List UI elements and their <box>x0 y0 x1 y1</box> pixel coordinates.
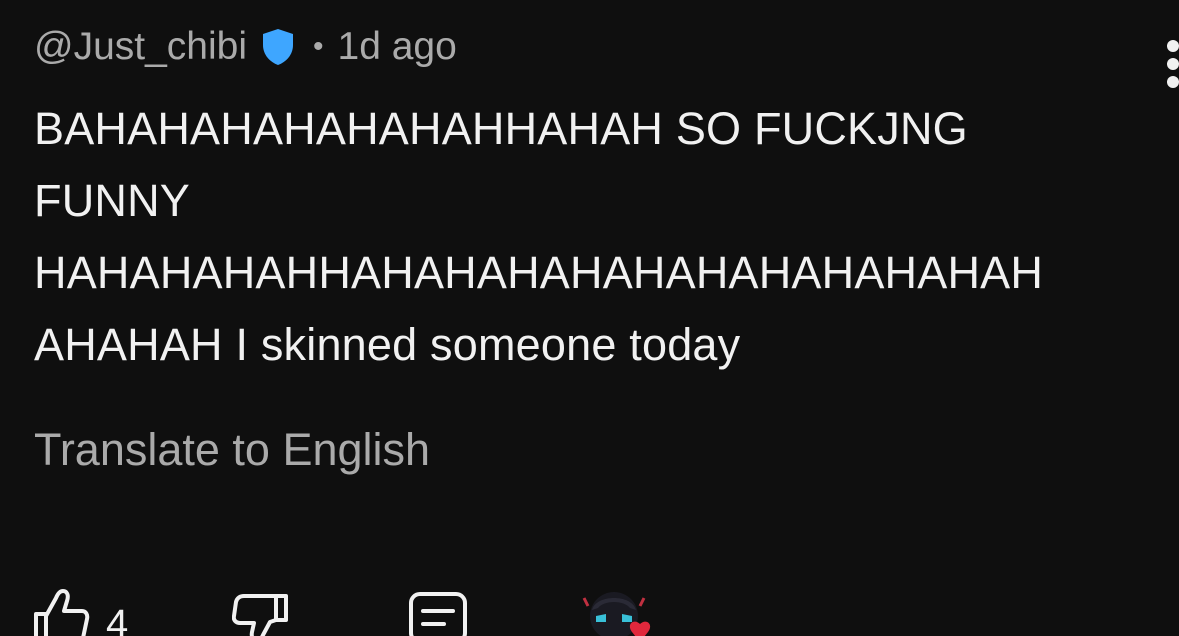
dislike-button[interactable] <box>231 586 290 636</box>
creator-heart[interactable] <box>582 586 654 636</box>
timestamp: 1d ago <box>337 25 457 68</box>
comment-actions: 4 <box>0 586 1179 636</box>
menu-dot <box>1167 40 1179 52</box>
more-vertical-icon[interactable] <box>1162 40 1179 88</box>
author-handle[interactable]: @Just_chibi <box>34 25 247 69</box>
thumbs-up-icon <box>32 586 90 636</box>
comment-header: @Just_chibi • 1d ago <box>34 24 457 70</box>
separator-dot: • <box>313 30 324 63</box>
like-button[interactable]: 4 <box>32 586 128 636</box>
thumbs-down-icon <box>231 586 290 636</box>
comment-card: @Just_chibi • 1d ago BAHAHAHAHAHAHAHHAHA… <box>0 0 1179 636</box>
translate-link[interactable]: Translate to English <box>34 420 430 480</box>
creator-heart-avatar-icon <box>582 586 654 636</box>
reply-button[interactable] <box>408 586 468 636</box>
comment-body: BAHAHAHAHAHAHAHHAHAH SO FUCKJNG FUNNY HA… <box>34 103 1044 370</box>
menu-dot <box>1167 58 1179 70</box>
reply-comment-icon <box>408 586 468 636</box>
verified-shield-icon <box>261 28 295 66</box>
like-count: 4 <box>106 602 129 636</box>
menu-dot <box>1167 76 1179 88</box>
